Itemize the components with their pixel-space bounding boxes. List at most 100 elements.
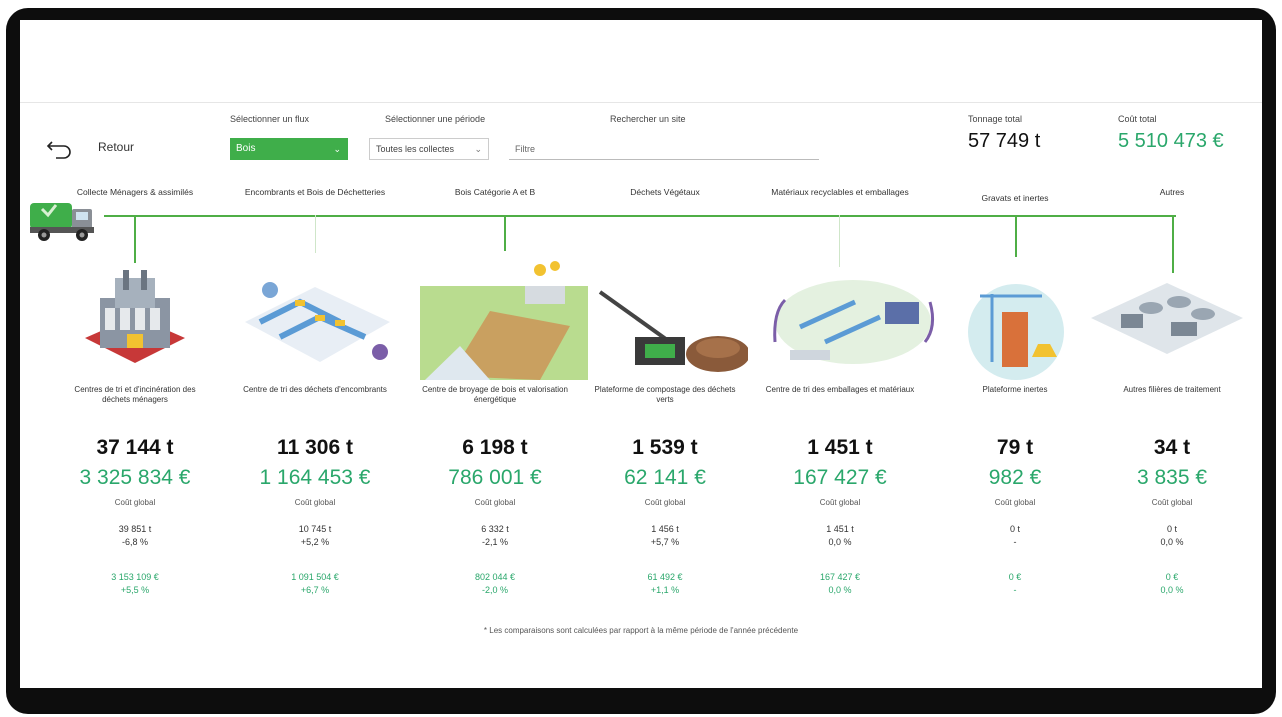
stage-connector <box>315 215 316 253</box>
stage-tonnage-comparison: 6 332 t -2,1 % <box>420 523 570 549</box>
chevron-down-icon: ⌄ <box>333 144 341 154</box>
previous-cost: 0 € <box>1165 572 1179 582</box>
stage-subtitle: Coût global <box>819 498 861 507</box>
previous-cost: 61 492 € <box>647 572 683 582</box>
stage-cost-comparison: 802 044 € -2,0 % <box>420 571 570 597</box>
cost-variation: +6,7 % <box>300 585 330 595</box>
stage-tonnage: 34 t <box>1153 436 1191 459</box>
stage-connector <box>134 215 136 263</box>
stage-subtitle: Coût global <box>474 498 516 507</box>
stage-connector <box>839 215 840 267</box>
stage-cost-comparison: 0 € 0,0 % <box>1097 571 1247 597</box>
stage-cost: 3 835 € <box>1136 466 1208 489</box>
flux-select[interactable]: Bois ⌄ <box>230 138 348 160</box>
tonnage-variation: - <box>1013 537 1017 547</box>
stage-tonnage-comparison: 39 851 t -6,8 % <box>60 523 210 549</box>
cost-variation: +1,1 % <box>650 585 680 595</box>
previous-cost: 802 044 € <box>474 572 516 582</box>
stage-description: Centre de tri des emballages et matériau… <box>765 385 915 394</box>
stage-tonnage-comparison: 10 745 t +5,2 % <box>240 523 390 549</box>
kpi-tonnage-value: 57 749 t <box>968 130 1041 152</box>
stage-tonnage: 11 306 t <box>277 436 353 459</box>
stage-description: Centres de tri et d'incinération des déc… <box>74 385 196 404</box>
kpi-cost-label: Coût total <box>1118 114 1157 124</box>
stage-connector <box>1015 215 1017 257</box>
previous-tonnage: 10 745 t <box>298 524 332 534</box>
stage-subtitle: Coût global <box>114 498 156 507</box>
header-divider <box>20 102 1262 103</box>
kpi-cost-value: 5 510 473 € <box>1118 130 1224 152</box>
stage-connector <box>1172 215 1174 273</box>
previous-cost: 0 € <box>1008 572 1022 582</box>
stage-cost: 62 141 € <box>624 466 706 489</box>
site-filter-label: Rechercher un site <box>610 114 686 124</box>
kpi-tonnage-label: Tonnage total <box>968 114 1023 124</box>
stage-tonnage: 6 198 t <box>462 436 528 459</box>
stage-tonnage-comparison: 0 t 0,0 % <box>1097 523 1247 549</box>
sorting-plant-icon <box>245 282 390 362</box>
stage-title: Bois Catégorie A et B <box>454 187 536 197</box>
kpi-tonnage: Tonnage total 57 749 t <box>968 114 1040 153</box>
stage-tonnage-comparison: 1 456 t +5,7 % <box>590 523 740 549</box>
search-placeholder: Filtre <box>515 144 535 154</box>
stage-tonnage-comparison: 1 451 t 0,0 % <box>765 523 915 549</box>
previous-tonnage: 0 t <box>1166 524 1177 534</box>
stage-tonnage: 37 144 t <box>96 436 174 459</box>
stage-description: Centre de tri des déchets d'encombrants <box>243 385 387 394</box>
previous-cost: 167 427 € <box>819 572 861 582</box>
stage-tonnage-comparison: 0 t - <box>940 523 1090 549</box>
stage-subtitle: Coût global <box>1151 498 1193 507</box>
stage-title: Encombrants et Bois de Déchetteries <box>244 187 386 197</box>
cost-variation: 0,0 % <box>828 585 852 595</box>
cost-variation: - <box>1013 585 1017 595</box>
previous-tonnage: 6 332 t <box>481 524 509 534</box>
site-search-input[interactable]: Filtre <box>509 138 819 160</box>
stage-description: Plateforme inertes <box>982 385 1048 394</box>
comparison-footnote: * Les comparaisons sont calculées par ra… <box>483 626 799 635</box>
stage-title: Matériaux recyclables et emballages <box>771 187 909 197</box>
previous-cost: 1 091 504 € <box>291 572 339 582</box>
back-button[interactable]: Retour <box>46 134 134 160</box>
stage-cost-comparison: 167 427 € 0,0 % <box>765 571 915 597</box>
stage-cost: 3 325 834 € <box>79 466 191 489</box>
wood-shredding-icon <box>420 261 588 380</box>
back-arrow-icon <box>46 141 71 159</box>
stage-cost-comparison: 0 € - <box>940 571 1090 597</box>
tonnage-variation: -2,1 % <box>481 537 508 547</box>
app-screen: Retour Sélectionner un flux Bois ⌄ Sélec… <box>20 20 1262 688</box>
period-select[interactable]: Toutes les collectes ⌄ <box>369 138 489 160</box>
period-select-value: Toutes les collectes <box>376 144 455 154</box>
stage-subtitle: Coût global <box>994 498 1036 507</box>
tonnage-variation: 0,0 % <box>1160 537 1184 547</box>
stage-tonnage: 79 t <box>996 436 1034 459</box>
stage-title: Collecte Ménagers & assimilés <box>76 187 194 197</box>
previous-tonnage: 1 451 t <box>826 524 854 534</box>
flux-filter-label: Sélectionner un flux <box>230 114 310 124</box>
recycling-center-icon <box>773 280 935 364</box>
stage-cost: 1 164 453 € <box>259 466 371 489</box>
garbage-truck-icon <box>30 203 94 241</box>
stage-cost: 167 427 € <box>793 466 887 489</box>
stage-cost-comparison: 1 091 504 € +6,7 % <box>240 571 390 597</box>
previous-tonnage: 0 t <box>1009 524 1020 534</box>
tonnage-variation: 0,0 % <box>828 537 852 547</box>
flux-select-value: Bois <box>236 143 256 154</box>
stage-subtitle: Coût global <box>644 498 686 507</box>
stage-description: Centre de broyage de bois et valorisatio… <box>422 385 568 404</box>
stage-title: Gravats et inertes <box>981 193 1049 203</box>
previous-tonnage: 1 456 t <box>651 524 679 534</box>
tonnage-variation: +5,2 % <box>300 537 330 547</box>
tonnage-variation: +5,7 % <box>650 537 680 547</box>
stage-connector <box>504 215 506 251</box>
cost-variation: 0,0 % <box>1160 585 1184 595</box>
stage-cost: 982 € <box>988 466 1042 489</box>
incinerator-factory-icon <box>85 270 185 363</box>
stage-tonnage: 1 451 t <box>807 436 873 459</box>
tonnage-variation: -6,8 % <box>121 537 148 547</box>
stage-subtitle: Coût global <box>294 498 336 507</box>
construction-site-icon <box>968 284 1064 380</box>
back-label: Retour <box>98 140 135 154</box>
chevron-down-icon: ⌄ <box>474 144 482 154</box>
stage-title: Déchets Végétaux <box>630 187 700 197</box>
kpi-cost: Coût total 5 510 473 € <box>1118 114 1224 153</box>
